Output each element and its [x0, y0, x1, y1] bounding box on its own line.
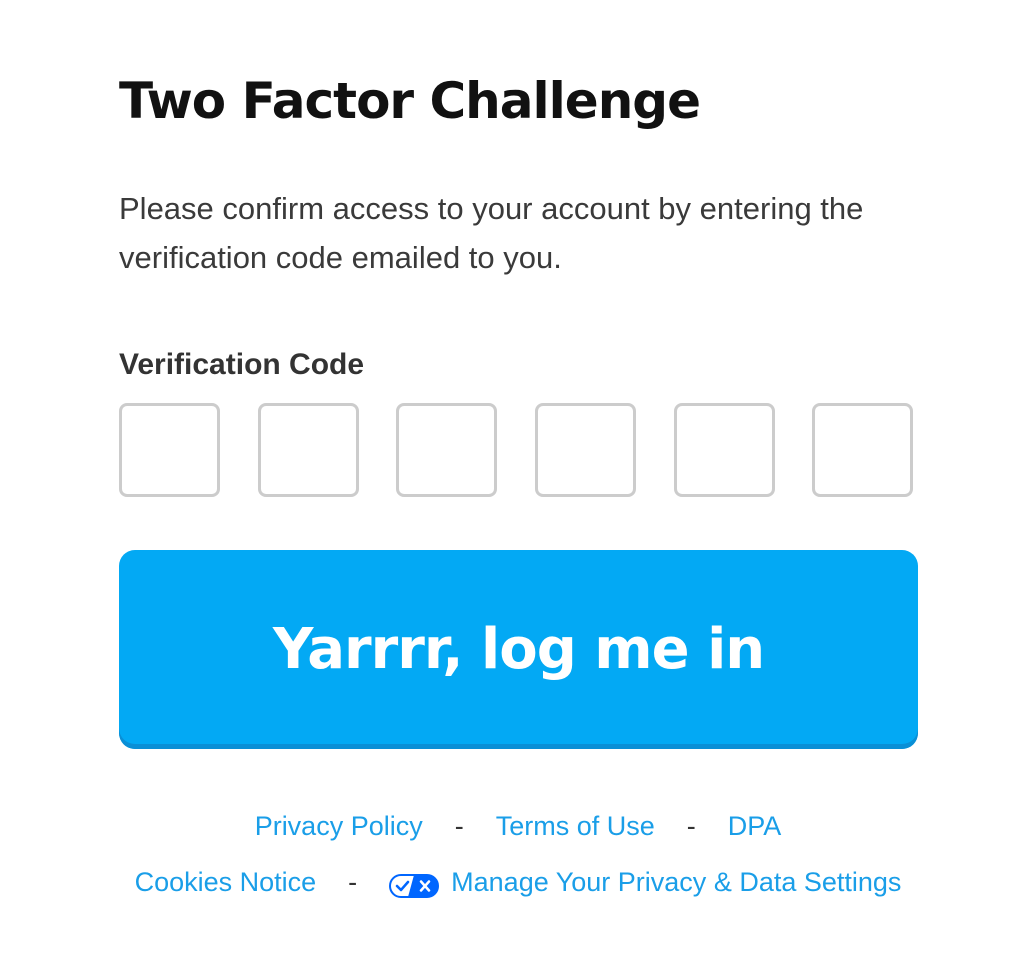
page-title: Two Factor Challenge — [119, 72, 701, 130]
verification-code-label: Verification Code — [119, 348, 365, 381]
login-button[interactable]: Yarrrr, log me in — [119, 550, 918, 749]
code-digit-6[interactable] — [812, 403, 913, 497]
privacy-choices-icon — [389, 869, 440, 898]
code-digit-4[interactable] — [535, 403, 636, 497]
code-digit-5[interactable] — [674, 403, 775, 497]
manage-privacy-link[interactable]: Manage Your Privacy & Data Settings — [389, 867, 902, 898]
footer-links-row-2: Cookies Notice - Manage Your Privacy & Da… — [0, 862, 1036, 902]
code-digit-1[interactable] — [119, 403, 220, 497]
code-digit-3[interactable] — [396, 403, 497, 497]
page-description: Please confirm access to your account by… — [119, 191, 864, 275]
privacy-policy-link[interactable]: Privacy Policy — [255, 811, 423, 841]
footer-separator: - — [686, 811, 696, 841]
terms-of-use-link[interactable]: Terms of Use — [496, 811, 655, 841]
footer-separator: - — [454, 811, 464, 841]
footer-links-row-1: Privacy Policy - Terms of Use - DPA — [0, 806, 1036, 846]
code-digit-2[interactable] — [258, 403, 359, 497]
manage-privacy-label: Manage Your Privacy & Data Settings — [451, 867, 902, 897]
footer-separator: - — [348, 867, 358, 897]
verification-code-inputs — [119, 403, 918, 501]
dpa-link[interactable]: DPA — [728, 811, 782, 841]
cookies-notice-link[interactable]: Cookies Notice — [135, 867, 317, 897]
